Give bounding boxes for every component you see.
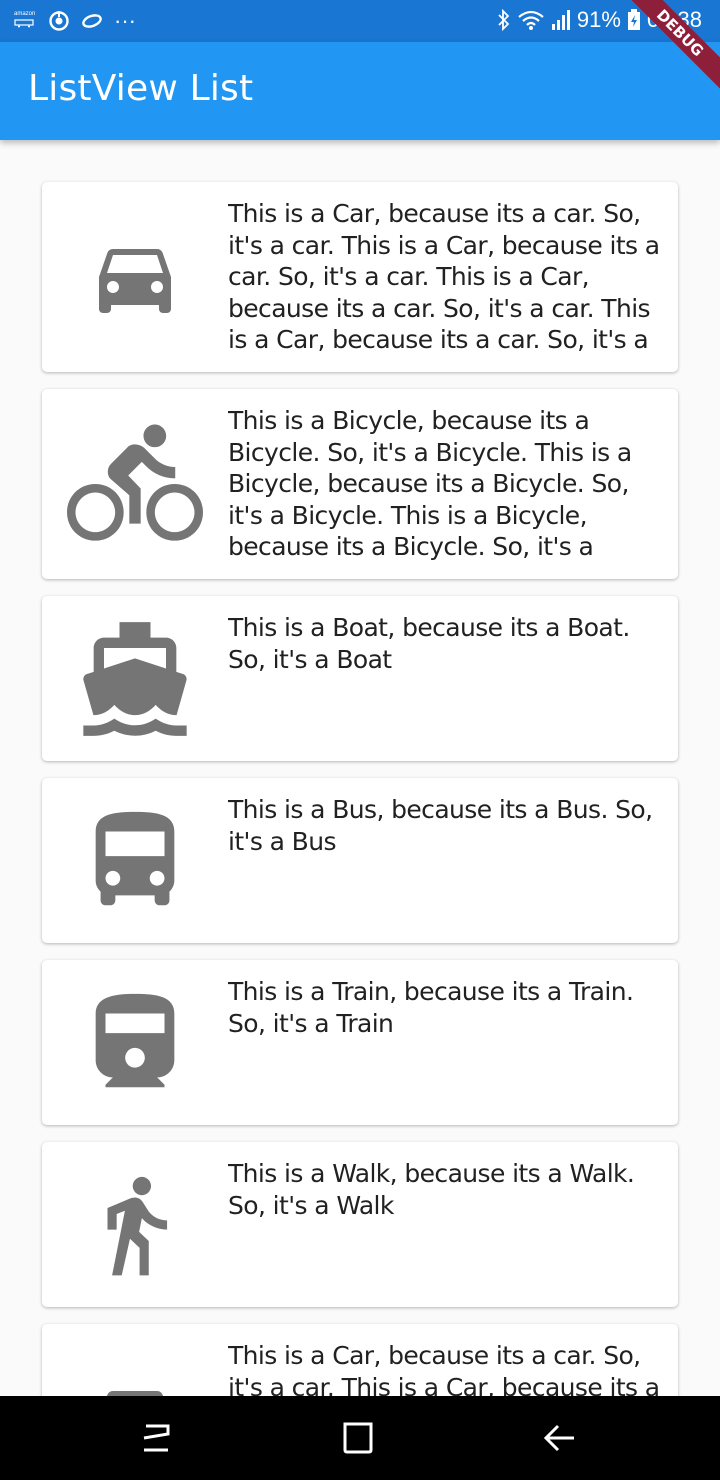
bicycle-icon (42, 389, 228, 579)
amazon-icon: amazon (14, 10, 38, 32)
train-icon (42, 960, 228, 1125)
wifi-icon (518, 10, 544, 30)
item-description: This is a Walk, because its a Walk. So, … (228, 1159, 635, 1220)
bus-icon (42, 778, 228, 943)
bluetooth-icon (498, 9, 510, 31)
item-description: This is a Boat, because its a Boat. So, … (228, 613, 630, 674)
car-icon (42, 182, 228, 372)
list-item[interactable]: This is a Bicycle, because its a Bicycle… (42, 389, 678, 579)
item-description: This is a Bicycle, because its a Bicycle… (228, 406, 632, 561)
list-item[interactable]: This is a Train, because its a Train. So… (42, 960, 678, 1125)
walk-icon (42, 1142, 228, 1307)
amazon-label: amazon (14, 11, 36, 17)
recents-icon[interactable] (138, 1420, 178, 1456)
item-description: This is a Bus, because its a Bus. So, it… (228, 795, 653, 856)
app-bar: ListView List (0, 42, 720, 140)
sync-icon (49, 11, 69, 31)
boat-icon (42, 596, 228, 761)
navigation-bar (0, 1396, 720, 1480)
item-description: This is a Car, because its a car. So, it… (228, 1341, 660, 1396)
list-item[interactable]: This is a Car, because its a car. So, it… (42, 1324, 678, 1396)
signal-icon (551, 10, 570, 30)
list-item[interactable]: This is a Boat, because its a Boat. So, … (42, 596, 678, 761)
link-icon (82, 14, 102, 28)
page-title: ListView List (28, 68, 254, 109)
battery-percent: 91% (576, 7, 621, 32)
item-description: This is a Car, because its a car. So, it… (228, 199, 660, 354)
vehicle-list[interactable]: This is a Car, because its a car. So, it… (0, 140, 720, 1396)
back-icon[interactable] (540, 1420, 580, 1456)
battery-icon (627, 9, 640, 30)
list-item[interactable]: This is a Bus, because its a Bus. So, it… (42, 778, 678, 943)
list-item[interactable]: This is a Walk, because its a Walk. So, … (42, 1142, 678, 1307)
more-notifications: ··· (114, 8, 136, 33)
car-icon (42, 1324, 228, 1396)
list-item[interactable]: This is a Car, because its a car. So, it… (42, 182, 678, 372)
home-icon[interactable] (338, 1420, 378, 1456)
item-description: This is a Train, because its a Train. So… (228, 977, 634, 1038)
status-bar: amazon ··· 91% 07:38 (0, 0, 720, 42)
